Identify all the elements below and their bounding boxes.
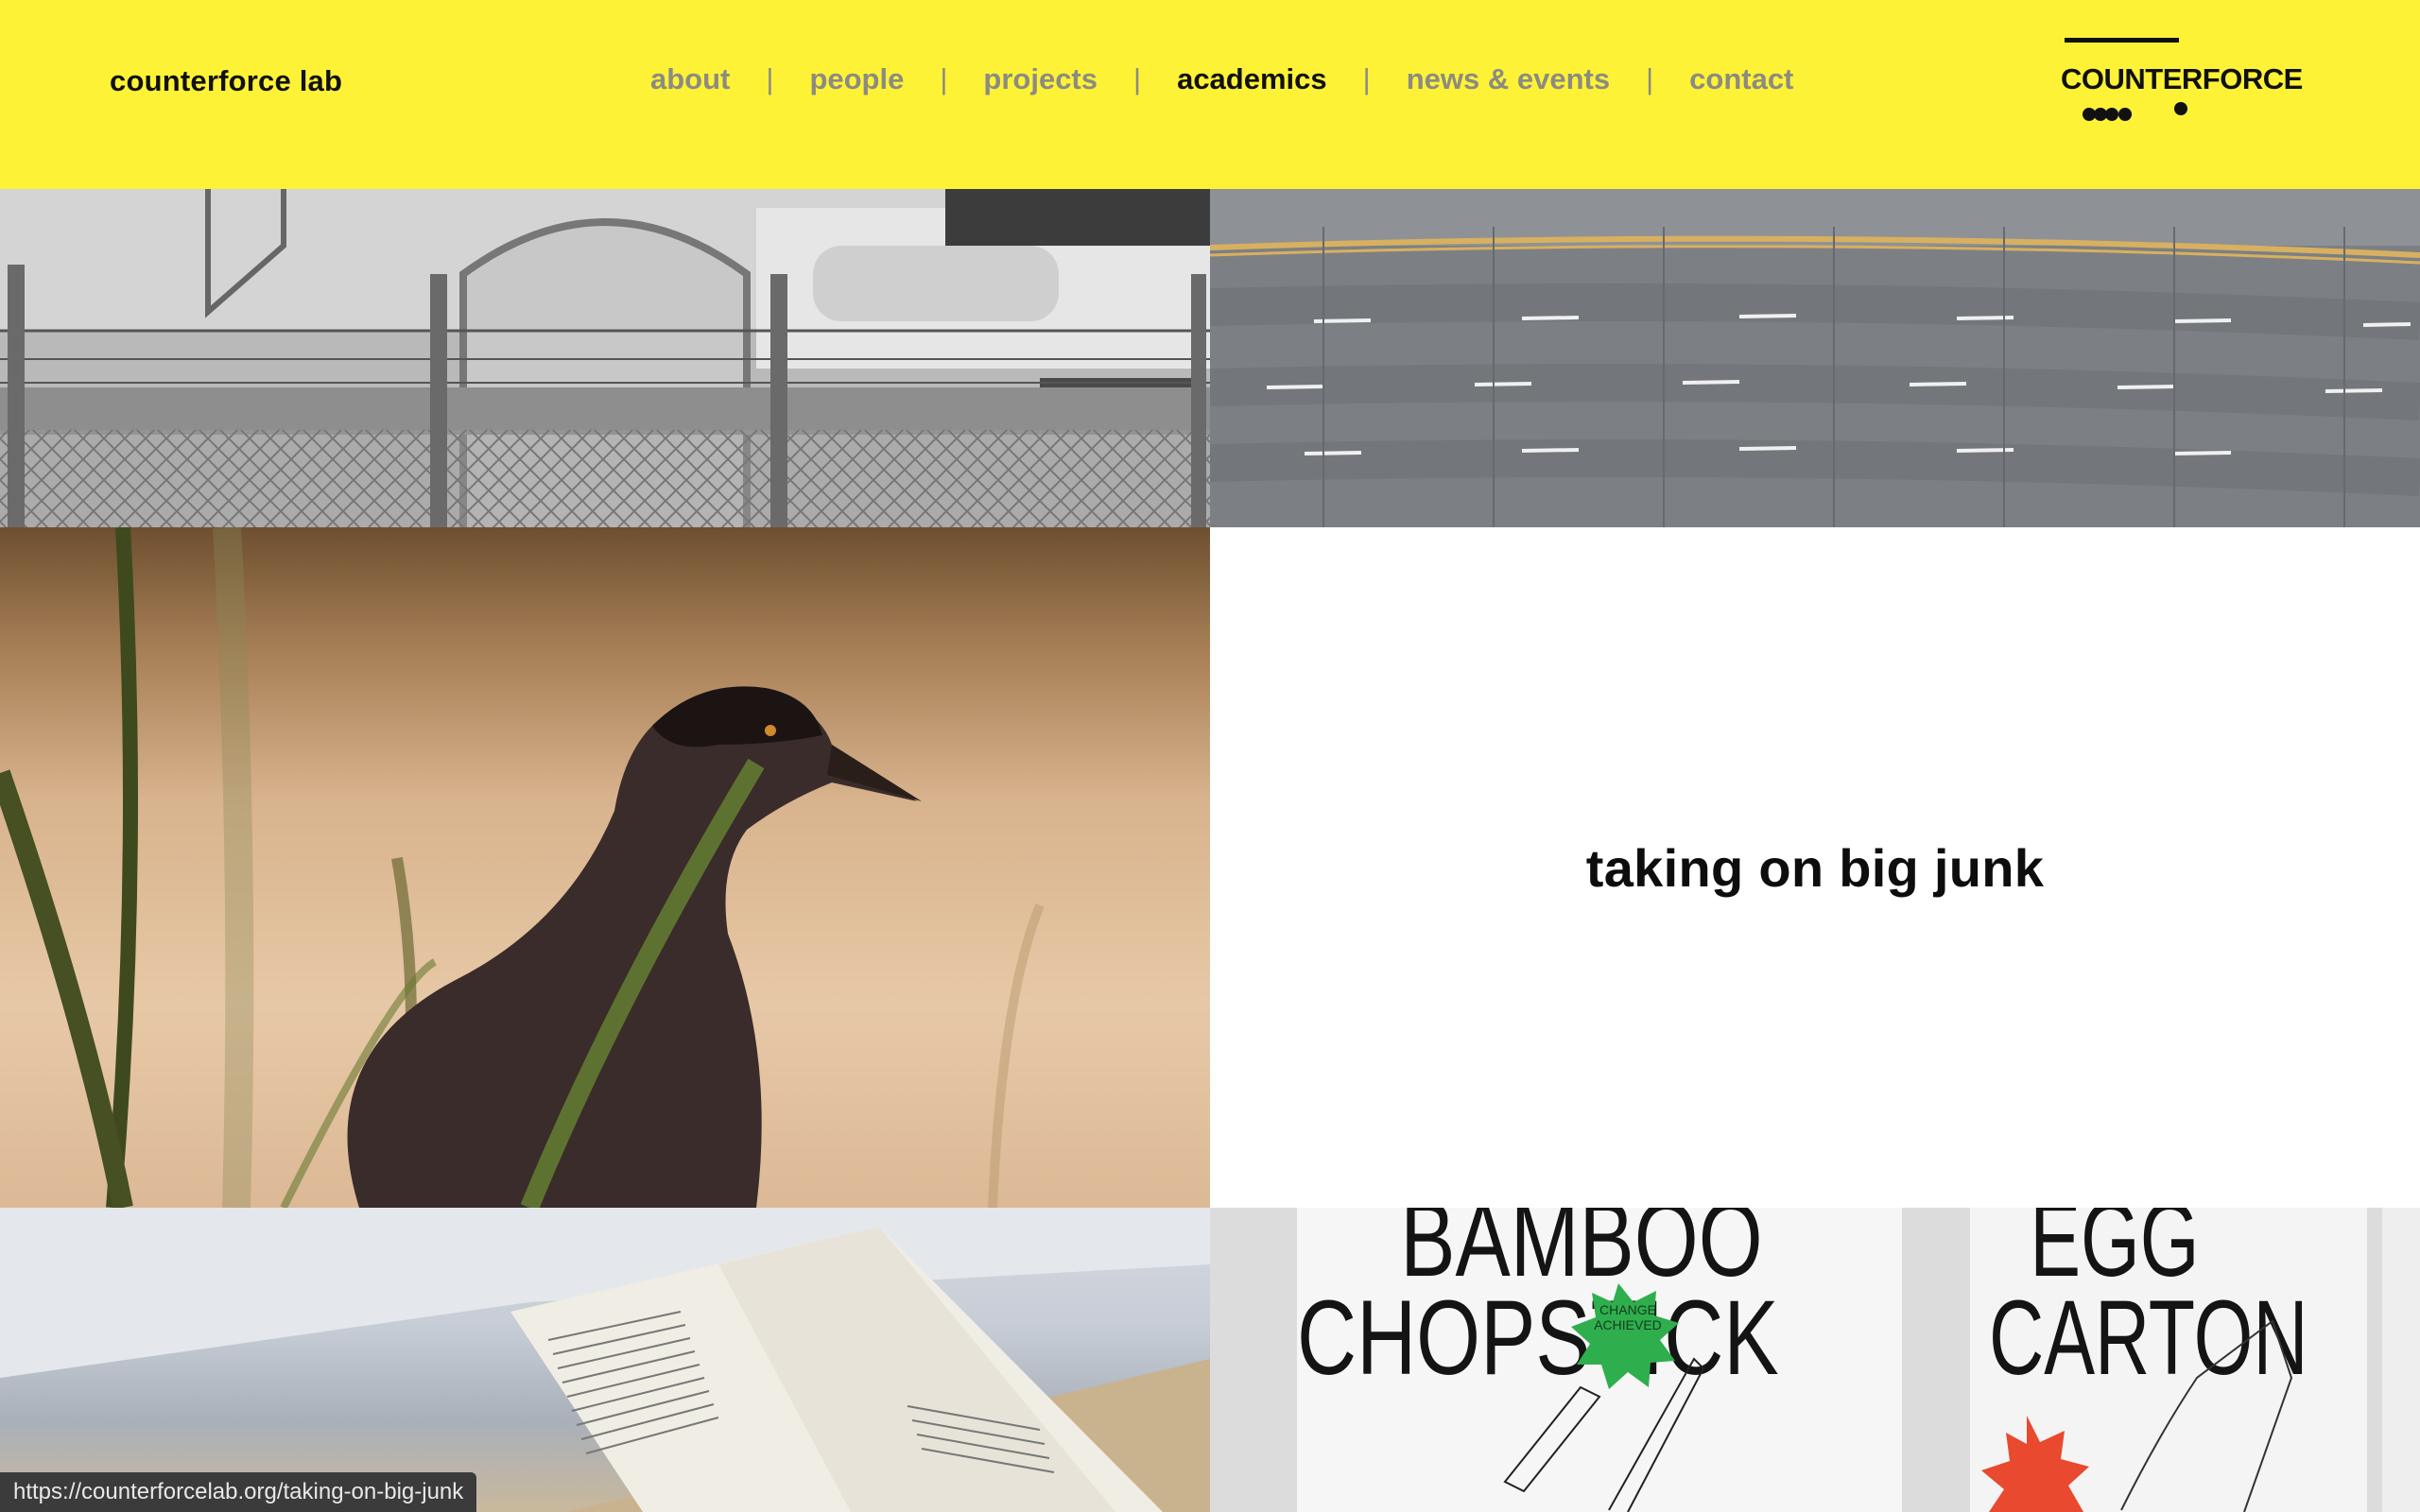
badge-left-text: CHANGE ACHIEVED <box>1594 1302 1662 1332</box>
project-title-tile[interactable]: taking on big junk <box>1210 527 2420 1208</box>
heron-image <box>0 527 1045 1208</box>
project-tile-fence[interactable] <box>0 189 1210 527</box>
project-tile-road[interactable] <box>1210 189 2420 527</box>
logo-dot <box>2118 108 2132 121</box>
project-tile-posters[interactable]: BAMBOO CHOPSTICK CHANGE ACHIEVED EGG CAR… <box>1210 1208 2420 1512</box>
counterforce-logo[interactable]: COUNTERFORCE <box>2061 36 2303 130</box>
nav-about[interactable]: about <box>650 62 730 96</box>
logo-dot <box>2174 102 2187 115</box>
nav-projects[interactable]: projects <box>983 62 1098 96</box>
nav-separator: | <box>1362 62 1371 95</box>
change-badge-red <box>1981 1416 2089 1512</box>
logo-dot <box>2105 108 2118 121</box>
logo-wordmark: COUNTERFORCE <box>2061 62 2303 95</box>
project-tile-pamphlet[interactable] <box>0 1208 1210 1512</box>
link-status-bar: https://counterforcelab.org/taking-on-bi… <box>0 1472 477 1512</box>
poster-left: BAMBOO CHOPSTICK CHANGE ACHIEVED <box>1297 1208 1902 1512</box>
nav-separator: | <box>1133 62 1142 95</box>
project-tile-heron[interactable] <box>0 527 1210 1208</box>
project-title: taking on big junk <box>1585 837 2045 898</box>
nav-news-events[interactable]: news & events <box>1407 62 1610 96</box>
road-image <box>1210 189 2420 527</box>
nav-people[interactable]: people <box>809 62 904 96</box>
poster-left-drawing <box>1503 1283 1705 1512</box>
poster-right: EGG CARTON <box>1970 1208 2367 1512</box>
fence-image <box>0 189 1210 527</box>
nav-separator: | <box>766 62 774 95</box>
site-header: counterforce lab about | people | projec… <box>0 0 2420 189</box>
change-badge-green <box>1571 1283 1679 1389</box>
nav-contact[interactable]: contact <box>1689 62 1793 96</box>
nav-academics[interactable]: academics <box>1177 62 1327 96</box>
nav-separator: | <box>1646 62 1654 95</box>
logo-bar <box>2065 38 2179 43</box>
nav-separator: | <box>940 62 948 95</box>
poster-edge <box>2382 1208 2420 1512</box>
main-nav: about | people | projects | academics | … <box>650 62 1793 96</box>
site-name-link[interactable]: counterforce lab <box>110 64 342 98</box>
pamphlet-image <box>0 1208 1210 1512</box>
poster-right-drawing <box>1981 1319 2293 1512</box>
